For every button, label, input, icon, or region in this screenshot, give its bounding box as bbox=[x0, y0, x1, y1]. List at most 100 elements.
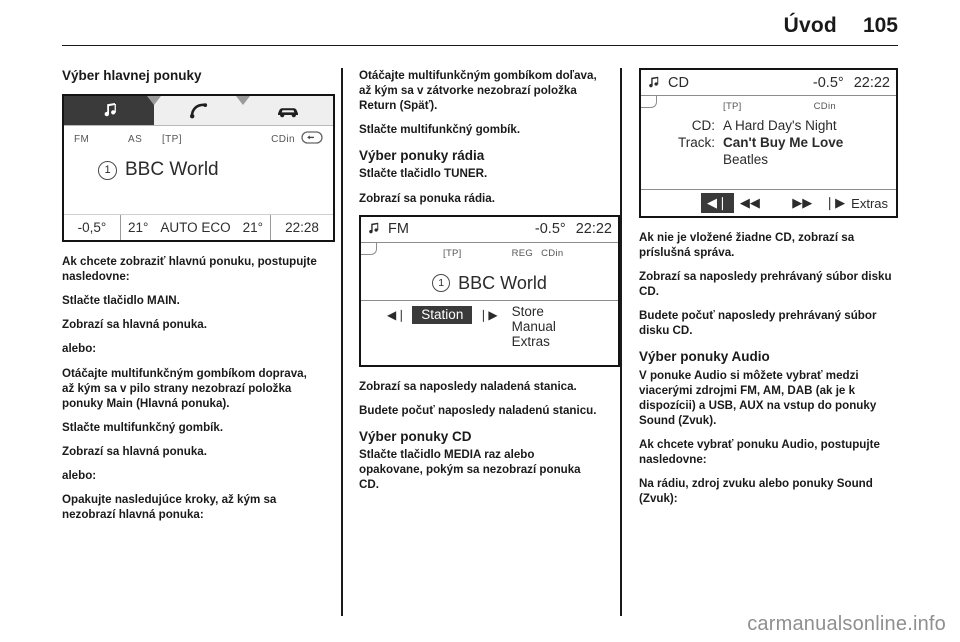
display-station-row: 1 BBC World bbox=[64, 147, 333, 181]
music-note-icon bbox=[645, 76, 661, 90]
display-bottom-bar: -0,5° 21° AUTO ECO 21° 22:28 bbox=[64, 214, 333, 241]
paragraph: Stlačte tlačidlo MAIN. bbox=[62, 294, 180, 308]
paragraph: Ak chcete vybrať ponuku Audio, postupujt… bbox=[639, 437, 880, 466]
outside-temperature: -0.5° bbox=[534, 221, 566, 238]
paragraph: Stlačte multifunkčný gombík. bbox=[62, 420, 224, 434]
station-tile[interactable]: Station bbox=[412, 305, 473, 324]
menu-item-manual[interactable]: Manual bbox=[512, 319, 556, 334]
extras-button[interactable]: Extras bbox=[851, 196, 888, 211]
source-label: FM bbox=[388, 221, 409, 238]
paragraph: Stlačte tlačidlo MEDIA raz alebo opakova… bbox=[359, 447, 581, 491]
phone-handset-icon bbox=[189, 102, 209, 119]
header-divider bbox=[62, 45, 898, 46]
menu-item-store[interactable]: Store bbox=[512, 304, 556, 319]
track-label: Track: bbox=[678, 135, 715, 150]
vehicle-tab[interactable] bbox=[243, 96, 333, 125]
rewind-icon[interactable]: ◀◀ bbox=[734, 195, 766, 211]
paragraph: Zobrazí sa naposledy prehrávaný súbor di… bbox=[639, 270, 892, 299]
display-corner-tab bbox=[361, 241, 377, 255]
page-header: Úvod 105 bbox=[62, 14, 898, 56]
paragraph: Stlačte multifunkčný gombík. bbox=[359, 123, 521, 137]
menu-item-extras[interactable]: Extras bbox=[512, 334, 556, 349]
car-icon bbox=[276, 104, 300, 118]
status-cdin: CDin bbox=[541, 247, 564, 259]
page-content: Výber hlavnej ponuky FM AS [TP] CDin 1 B… bbox=[62, 68, 898, 616]
display-menu-list: Store Manual Extras bbox=[512, 304, 556, 349]
display-top-bar: CD -0.5° 22:22 bbox=[641, 70, 896, 96]
clock: 22:22 bbox=[853, 74, 890, 91]
climate-temp-left: 21° bbox=[127, 220, 149, 236]
artist-value: Beatles bbox=[723, 152, 769, 167]
audio-tab[interactable] bbox=[64, 96, 161, 126]
station-name: BBC World bbox=[125, 159, 219, 181]
paragraph: Ak nie je vložené žiadne CD, zobrazí sa … bbox=[639, 231, 855, 260]
status-cdin: CDin bbox=[271, 133, 295, 145]
paragraph: Opakujte nasledujúce kroky, až kým sa ne… bbox=[62, 492, 277, 521]
cd-info: CD: A Hard Day's Night Track: Can't Buy … bbox=[641, 112, 896, 167]
paragraph: Otáčajte multifunkčným gombíkom doprava,… bbox=[62, 366, 307, 410]
paragraph: Otáčajte multifunkčným gombíkom doľava, … bbox=[359, 69, 597, 113]
preset-number: 1 bbox=[432, 274, 451, 293]
skip-next-icon[interactable]: ❘▶ bbox=[478, 306, 497, 322]
paragraph: Zobrazí sa ponuka rádia. bbox=[359, 191, 495, 205]
paragraph: Zobrazí sa naposledy naladená stanica. bbox=[359, 379, 577, 393]
display-station-row: 1 BBC World bbox=[361, 259, 618, 300]
source-label: CD bbox=[668, 74, 689, 91]
clock: 22:22 bbox=[575, 221, 612, 238]
display-cd: CD -0.5° 22:22 [TP] CDin CD: A Hard Day'… bbox=[639, 68, 898, 218]
phone-tab[interactable] bbox=[154, 96, 251, 125]
skip-previous-icon[interactable]: ◀❘ bbox=[387, 306, 406, 322]
watermark: carmanualsonline.info bbox=[747, 613, 946, 635]
display-flags-row: [TP] CDin bbox=[641, 96, 896, 112]
skip-previous-icon[interactable]: ◀❘ bbox=[701, 193, 734, 213]
section-heading-cd-menu: Výber ponuky CD bbox=[359, 428, 472, 444]
status-band: FM bbox=[74, 133, 90, 145]
paragraph: Budete počuť naposledy prehrávaný súbor … bbox=[639, 309, 877, 338]
paragraph: V ponuke Audio si môžete vybrať medzi vi… bbox=[639, 368, 877, 427]
status-autostore: AS bbox=[128, 133, 143, 145]
status-reg: REG bbox=[511, 247, 534, 259]
section-heading-main-menu: Výber hlavnej ponuky bbox=[62, 68, 202, 83]
music-note-icon bbox=[365, 222, 381, 236]
cd-label: CD: bbox=[691, 118, 715, 133]
track-value: Can't Buy Me Love bbox=[723, 135, 844, 150]
page-number: 105 bbox=[862, 14, 898, 37]
page-title: Úvod bbox=[783, 14, 837, 37]
cd-album-value: A Hard Day's Night bbox=[723, 118, 837, 133]
outside-temperature: -0.5° bbox=[812, 74, 844, 91]
skip-next-icon[interactable]: ❘▶ bbox=[818, 195, 851, 211]
display-status-row: FM AS [TP] CDin bbox=[64, 126, 333, 147]
paragraph: Na rádiu, zdroj zvuku alebo ponuky Sound… bbox=[639, 476, 873, 505]
cd-album-line: CD: A Hard Day's Night bbox=[641, 118, 896, 133]
paragraph: Budete počuť naposledy naladenú stanicu. bbox=[359, 403, 597, 417]
display-menu-row: ◀❘ Station ❘▶ Store Manual Extras bbox=[361, 299, 618, 349]
preset-number: 1 bbox=[98, 160, 117, 180]
paragraph: Zobrazí sa hlavná ponuka. bbox=[62, 318, 207, 332]
status-tp: [TP] bbox=[162, 133, 182, 145]
station-selector: ◀❘ Station ❘▶ bbox=[361, 304, 498, 349]
paragraph: alebo: bbox=[62, 342, 97, 356]
section-heading-radio-menu: Výber ponuky rádia bbox=[359, 148, 485, 164]
status-cdin: CDin bbox=[813, 101, 836, 112]
display-tab-bar bbox=[64, 96, 333, 127]
return-loop-icon bbox=[301, 131, 323, 147]
section-heading-audio-menu: Výber ponuky Audio bbox=[639, 349, 770, 365]
clock: 22:28 bbox=[285, 220, 319, 236]
display-radio-menu: FM -0.5° 22:22 [TP] REG CDin 1 BBC World… bbox=[359, 214, 620, 367]
station-name: BBC World bbox=[458, 272, 547, 293]
paragraph: alebo: bbox=[62, 468, 97, 482]
climate-status: 21° AUTO ECO 21° bbox=[120, 215, 271, 241]
paragraph: Stlačte tlačidlo TUNER. bbox=[359, 167, 488, 181]
cd-transport-controls: ◀❘ ◀◀ ▶▶ ❘▶ Extras bbox=[641, 189, 896, 216]
display-main-menu: FM AS [TP] CDin 1 BBC World -0,5° 21° AU… bbox=[62, 94, 335, 243]
climate-mode: AUTO ECO bbox=[160, 220, 231, 236]
cd-track-line: Track: Can't Buy Me Love bbox=[641, 135, 896, 150]
column-left: Výber hlavnej ponuky FM AS [TP] CDin 1 B… bbox=[62, 68, 341, 616]
status-tp: [TP] bbox=[443, 247, 462, 259]
column-right: CD -0.5° 22:22 [TP] CDin CD: A Hard Day'… bbox=[620, 68, 898, 616]
display-top-bar: FM -0.5° 22:22 bbox=[361, 217, 618, 243]
paragraph: Ak chcete zobraziť hlavnú ponuku, postup… bbox=[62, 255, 317, 284]
music-note-icon bbox=[100, 102, 118, 119]
display-corner-tab bbox=[641, 95, 657, 108]
fast-forward-icon[interactable]: ▶▶ bbox=[786, 195, 818, 211]
